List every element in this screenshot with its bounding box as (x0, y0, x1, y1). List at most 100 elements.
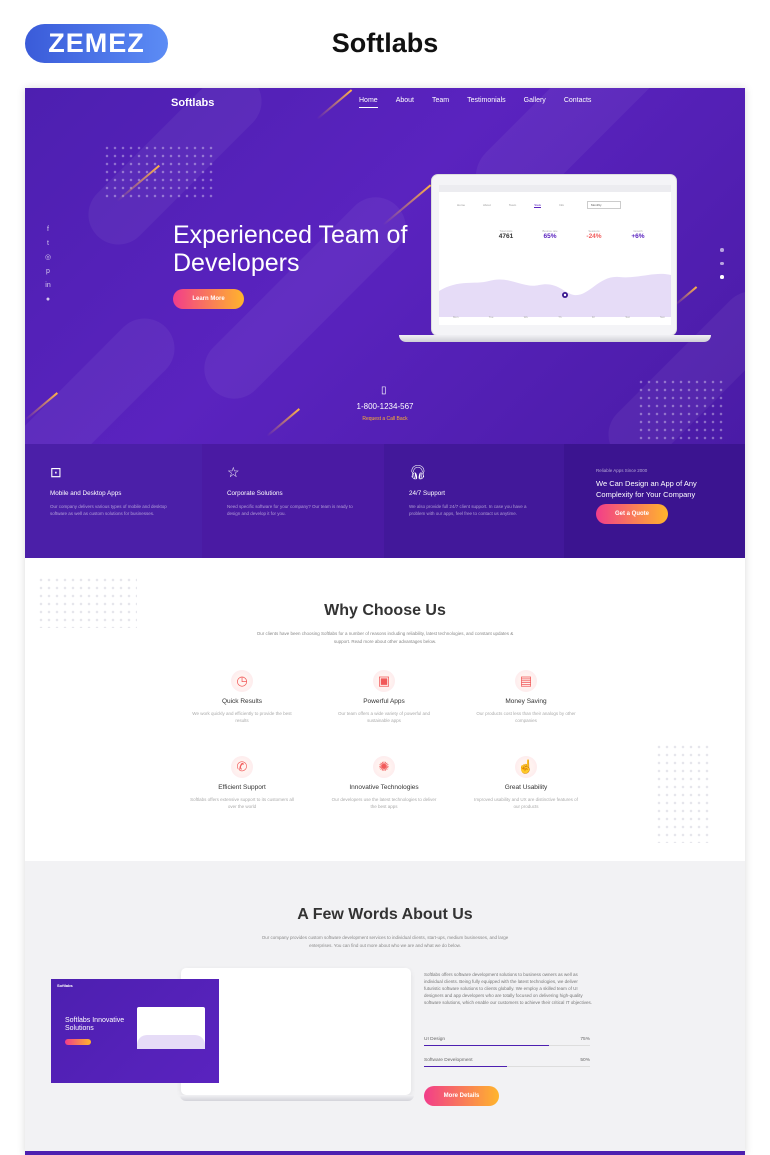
screen-nav: Home About Team Stats Info (457, 203, 564, 208)
image-app-icon: ▣ (373, 670, 395, 692)
mockup-laptop (137, 1007, 205, 1049)
request-callback-link[interactable]: Request a Call Back (305, 416, 465, 422)
laptop-mockup: Home About Team Stats Info Monthly Total… (431, 174, 677, 336)
stat-block: Total visits 4761 (498, 229, 514, 240)
screen-dropdown: Monthly (587, 201, 621, 209)
twitter-icon[interactable]: t (44, 240, 52, 248)
benefit-efficient-support: ✆ Efficient Support Softlabs offers exte… (177, 756, 307, 810)
screen-nav-item: About (483, 203, 491, 207)
feature-mobile-apps: ⊡ Mobile and Desktop Apps Our company de… (25, 444, 202, 558)
features-strip: ⊡ Mobile and Desktop Apps Our company de… (25, 444, 745, 558)
hand-pointer-icon: ☝ (515, 756, 537, 778)
mockup-screen: Softlabs Softlabs Innovative Solutions (51, 979, 219, 1083)
feature-desc: Need specific software for your company?… (227, 504, 353, 516)
stat-block: Sessions -24% (586, 229, 602, 240)
benefit-quick-results: ◷ Quick Results We work quickly and effi… (177, 670, 307, 724)
preview-header: ZEMEZ Softlabs (0, 0, 770, 88)
mockup-base (180, 1095, 414, 1101)
screen-stats: Total visits 4761 Bounce rate 65% Sessions… (493, 229, 651, 240)
screen-wave-chart (439, 273, 671, 317)
benefit-desc: Our products cost less than their analog… (476, 711, 576, 723)
cta-kicker: Reliable Apps Since 2000 (596, 468, 648, 473)
skill-bar-fill (424, 1066, 507, 1068)
slider-dot[interactable] (720, 248, 724, 252)
hero-title-line2: Developers (173, 249, 300, 277)
why-subtitle: Our clients have been choosing Softlabs … (256, 631, 514, 644)
learn-more-button[interactable]: Learn More (173, 289, 244, 309)
benefit-innovative-tech: ✺ Innovative Technologies Our developers… (319, 756, 449, 810)
skill-label: UI Design (424, 1037, 446, 1042)
nav-testimonials[interactable]: Testimonials (467, 97, 506, 108)
phone-number[interactable]: 1-800-1234-567 (305, 402, 465, 411)
dot-pattern (655, 743, 709, 843)
nav-about[interactable]: About (396, 97, 414, 108)
feature-title: 24/7 Support (409, 490, 446, 497)
star-icon: ☆ (227, 464, 240, 480)
nav-gallery[interactable]: Gallery (524, 97, 546, 108)
about-paragraph: Softlabs offers software development sol… (424, 972, 592, 1005)
screen-nav-item: Team (508, 203, 517, 207)
instagram-icon[interactable]: ◎ (44, 254, 52, 262)
template-title: Softlabs (331, 28, 439, 58)
nav-team[interactable]: Team (432, 97, 449, 108)
site-brand[interactable]: Softlabs (171, 97, 214, 109)
facebook-icon[interactable]: f (44, 226, 52, 234)
user-icon[interactable]: ● (44, 296, 52, 304)
about-section: A Few Words About Us Our company provide… (25, 861, 745, 1155)
skill-ui-design: UI Design 75% (424, 1037, 590, 1047)
skill-bar-fill (424, 1045, 549, 1047)
phone-icon: ▯ (381, 385, 387, 396)
screen-nav-item: Home (457, 203, 466, 207)
benefit-desc: Improved usability and UX are distinctiv… (474, 797, 578, 809)
dot-pattern (637, 378, 725, 440)
nav-home[interactable]: Home (359, 97, 378, 108)
money-icon: ▤ (515, 670, 537, 692)
slider-dot[interactable] (720, 261, 724, 265)
dot-pattern (103, 144, 213, 202)
linkedin-icon[interactable]: in (44, 282, 52, 290)
stat-block: Growth +6% (631, 229, 645, 240)
benefit-desc: Softlabs offers extensive support to its… (190, 797, 294, 809)
why-choose-us-section: Why Choose Us Our clients have been choo… (25, 558, 745, 861)
hero-section: Softlabs Home About Team Testimonials Ga… (25, 88, 745, 444)
main-nav: Home About Team Testimonials Gallery Con… (359, 97, 591, 108)
laptop-base (399, 335, 711, 342)
benefit-title: Powerful Apps (363, 698, 405, 705)
benefit-desc: Our team offers a wide variety of powerf… (338, 711, 430, 723)
hero-title: Experienced Team of Developers (173, 221, 423, 277)
mockup-title: Softlabs Innovative Solutions (65, 1017, 125, 1032)
why-title: Why Choose Us (324, 602, 446, 619)
benefit-desc: Our developers use the latest technologi… (331, 797, 437, 809)
benefit-desc: We work quickly and efficiently to provi… (192, 711, 292, 723)
mockup-button (65, 1039, 91, 1045)
skill-percent: 75% (580, 1037, 590, 1042)
get-quote-button[interactable]: Get a Quote (596, 504, 668, 524)
feature-desc: Our company delivers various types of mo… (50, 504, 167, 516)
laptop-icon: ⊡ (50, 464, 62, 480)
mockup-brand: Softlabs (57, 983, 73, 988)
slider-dot-active[interactable] (720, 275, 724, 279)
screen-days: Mon Tue We Th Fri Sat Sun (453, 315, 665, 319)
pinterest-icon[interactable]: p (44, 268, 52, 276)
benefit-great-usability: ☝ Great Usability Improved usability and… (461, 756, 591, 810)
skill-label: Software Development (424, 1058, 473, 1063)
about-subtitle: Our company provides custom software dev… (261, 935, 509, 948)
slider-pagination (720, 248, 724, 279)
benefit-title: Innovative Technologies (349, 784, 419, 791)
headset-icon: 🎧︎ (409, 464, 427, 480)
laptop-screen: Home About Team Stats Info Monthly Total… (439, 185, 671, 325)
cta-title: We Can Design an App of Any Complexity f… (596, 479, 697, 499)
screen-nav-item: Stats (534, 203, 542, 208)
feature-title: Corporate Solutions (227, 490, 283, 497)
benefit-title: Quick Results (221, 698, 263, 705)
skill-percent: 50% (580, 1058, 590, 1063)
support-icon: ✆ (231, 756, 253, 778)
skill-software-dev: Software Development 50% (424, 1058, 590, 1068)
quote-cta: Reliable Apps Since 2000 We Can Design a… (564, 444, 745, 558)
hero-title-line1: Experienced Team of (173, 221, 408, 249)
benefit-title: Money Saving (505, 698, 547, 705)
more-details-button[interactable]: More Details (424, 1086, 499, 1106)
benefit-title: Great Usability (504, 784, 548, 791)
feature-support: 🎧︎ 24/7 Support We also provide full 24/… (384, 444, 564, 558)
nav-contacts[interactable]: Contacts (564, 97, 592, 108)
